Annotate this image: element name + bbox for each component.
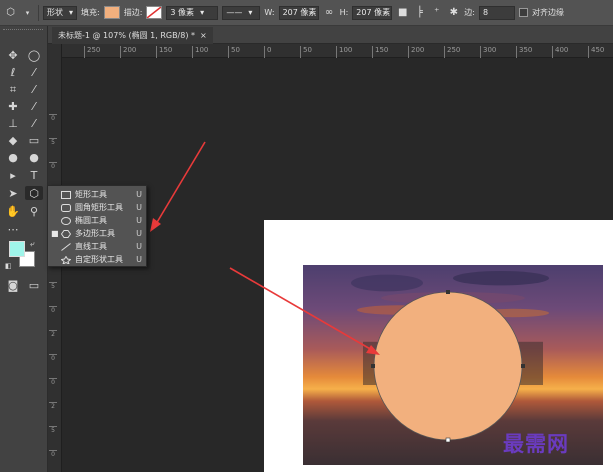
anchor-handle[interactable] xyxy=(446,290,450,294)
flyout-menu-item[interactable]: 自定形状工具 U xyxy=(48,254,146,266)
flyout-menu-item[interactable]: 矩形工具 U xyxy=(48,189,146,201)
flyout-item-shortcut: U xyxy=(136,190,142,199)
flyout-item-label: 自定形状工具 xyxy=(75,255,123,264)
rounded-rectangle-tool-icon xyxy=(61,204,71,212)
rectangle-tool-icon xyxy=(61,191,71,199)
ellipse-shape[interactable] xyxy=(373,291,523,441)
flyout-menu-item[interactable]: 圆角矩形工具 U xyxy=(48,202,146,214)
flyout-item-label: 直线工具 xyxy=(75,242,107,251)
annotation-arrow-line xyxy=(229,267,373,351)
anchor-handle[interactable] xyxy=(371,364,375,368)
annotation-arrowhead xyxy=(150,218,161,232)
anchor-handle[interactable] xyxy=(521,364,525,368)
ellipse-tool-icon xyxy=(61,217,71,225)
flyout-item-label: 圆角矩形工具 xyxy=(75,203,123,212)
annotation-arrow-line xyxy=(155,141,206,225)
flyout-item-label: 矩形工具 xyxy=(75,190,107,199)
flyout-item-label: 多边形工具 xyxy=(75,229,115,238)
flyout-item-shortcut: U xyxy=(136,203,142,212)
line-tool-icon xyxy=(61,243,71,251)
anchor-handle[interactable] xyxy=(445,437,451,443)
flyout-menu-item[interactable]: 直线工具 U xyxy=(48,241,146,253)
custom-shape-tool-icon xyxy=(61,256,71,264)
flyout-item-shortcut: U xyxy=(136,229,142,238)
flyout-item-shortcut: U xyxy=(136,242,142,251)
flyout-menu-item[interactable]: 椭圆工具 U xyxy=(48,215,146,227)
flyout-item-label: 椭圆工具 xyxy=(75,216,107,225)
selected-dot-icon: ■ xyxy=(51,229,59,238)
flyout-item-shortcut: U xyxy=(136,216,142,225)
shape-tool-flyout: 矩形工具 U 圆角矩形工具 U 椭圆工具 U ■ 多边形工具 U 直线工具 U 自定形状工具 U xyxy=(47,185,147,267)
flyout-item-shortcut: U xyxy=(136,255,142,264)
watermark-text: 最需网 xyxy=(503,431,569,456)
flyout-menu-item[interactable]: ■ 多边形工具 U xyxy=(48,228,146,240)
polygon-tool-icon xyxy=(61,230,71,238)
foreground-color-swatch[interactable] xyxy=(9,241,25,257)
